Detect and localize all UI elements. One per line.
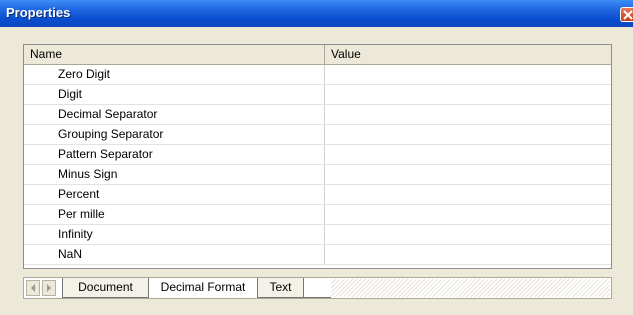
- tab-document[interactable]: Document: [62, 278, 148, 298]
- table-row[interactable]: Grouping Separator: [24, 125, 611, 145]
- title-bar: Properties: [0, 0, 633, 27]
- property-value[interactable]: [325, 165, 611, 184]
- column-header-value[interactable]: Value: [325, 45, 611, 64]
- close-button[interactable]: [620, 7, 633, 22]
- table-row[interactable]: NaN: [24, 245, 611, 265]
- table-row[interactable]: Minus Sign: [24, 165, 611, 185]
- table-row[interactable]: Infinity: [24, 225, 611, 245]
- table-row[interactable]: Per mille: [24, 205, 611, 225]
- tab-decimal-format[interactable]: Decimal Format: [148, 278, 258, 298]
- column-header-name[interactable]: Name: [24, 45, 325, 64]
- sheet-tab-strip: Document Decimal Format Text: [23, 277, 612, 299]
- property-value[interactable]: [325, 125, 611, 144]
- property-name: Per mille: [24, 205, 325, 224]
- property-name: Infinity: [24, 225, 325, 244]
- property-name: Digit: [24, 85, 325, 104]
- table-row[interactable]: Digit: [24, 85, 611, 105]
- property-value[interactable]: [325, 65, 611, 84]
- property-name: Grouping Separator: [24, 125, 325, 144]
- property-name: NaN: [24, 245, 325, 264]
- window-title: Properties: [6, 5, 71, 20]
- property-value[interactable]: [325, 145, 611, 164]
- tab-scroll-left-button[interactable]: [26, 280, 40, 296]
- arrow-right-icon: [47, 284, 51, 292]
- property-value[interactable]: [325, 85, 611, 104]
- property-name: Pattern Separator: [24, 145, 325, 164]
- close-icon: [623, 10, 633, 20]
- property-name: Zero Digit: [24, 65, 325, 84]
- tab-strip-divider: [304, 278, 331, 298]
- table-row[interactable]: Decimal Separator: [24, 105, 611, 125]
- property-value[interactable]: [325, 105, 611, 124]
- tab-scroll-right-button[interactable]: [42, 280, 56, 296]
- table-row[interactable]: Zero Digit: [24, 65, 611, 85]
- tab-strip-hatch: [331, 279, 610, 297]
- arrow-left-icon: [31, 284, 35, 292]
- grid-header: Name Value: [24, 45, 611, 65]
- table-row[interactable]: Pattern Separator: [24, 145, 611, 165]
- property-name: Decimal Separator: [24, 105, 325, 124]
- property-name: Minus Sign: [24, 165, 325, 184]
- property-value[interactable]: [325, 185, 611, 204]
- property-value[interactable]: [325, 205, 611, 224]
- property-value[interactable]: [325, 245, 611, 264]
- tab-text[interactable]: Text: [258, 278, 304, 298]
- property-rows: Zero Digit Digit Decimal Separator Group…: [24, 65, 611, 265]
- properties-grid: Name Value Zero Digit Digit Decimal Sepa…: [23, 44, 612, 269]
- property-name: Percent: [24, 185, 325, 204]
- property-value[interactable]: [325, 225, 611, 244]
- table-row[interactable]: Percent: [24, 185, 611, 205]
